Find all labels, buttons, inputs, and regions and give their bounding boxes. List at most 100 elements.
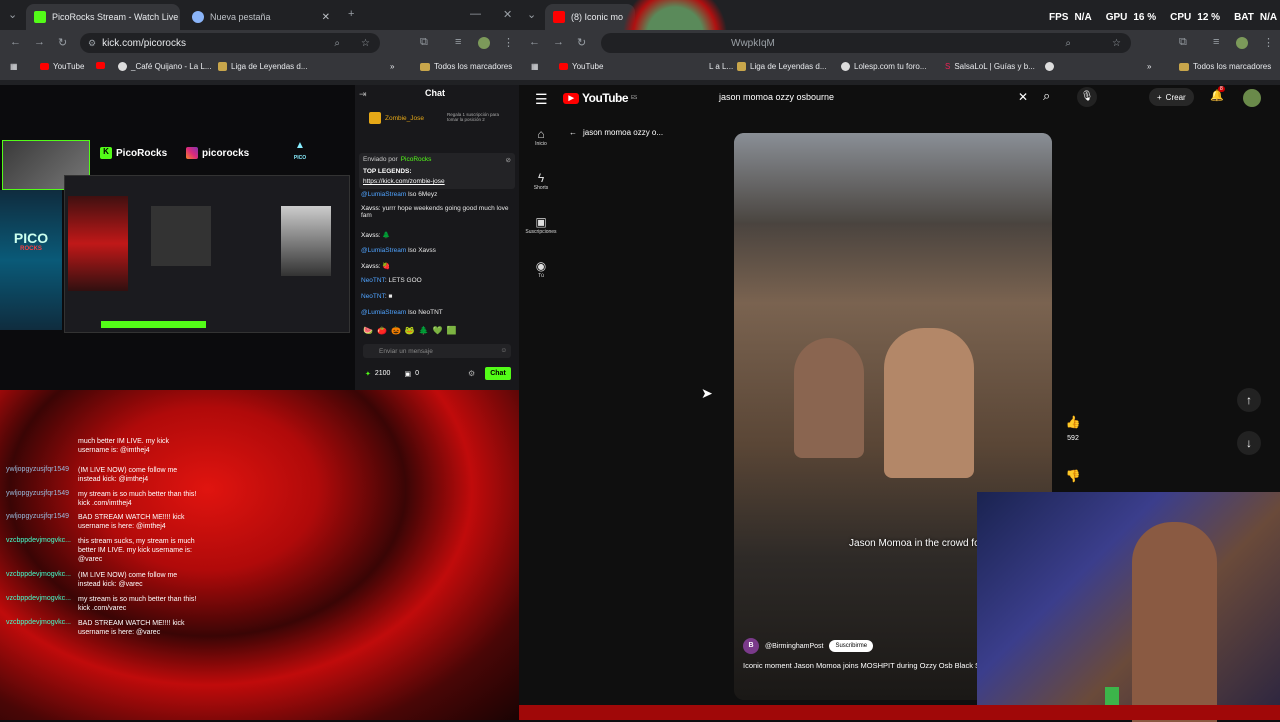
notifications-icon[interactable]: 🔔 8 (1210, 86, 1225, 102)
close-icon[interactable]: ✕ (322, 12, 330, 23)
bookmark-lolesp[interactable]: Lolesp.com tu foro... (841, 62, 926, 71)
settings-icon[interactable]: ⚙ (468, 369, 475, 378)
emote-icon[interactable]: 🍅 (377, 326, 387, 335)
bookmark-all[interactable]: Todos los marcadores (420, 62, 512, 71)
address-bar[interactable]: ⚙ kick.com/picorocks ⌕ ☆ (80, 33, 380, 53)
reload-icon[interactable]: ↻ (577, 36, 586, 49)
pinned-link[interactable]: https://kick.com/zombie-jose (363, 178, 445, 185)
previous-short-button[interactable]: ↑ (1237, 388, 1261, 412)
media-icon[interactable]: ≡ (1213, 36, 1219, 48)
star-icon[interactable]: ☆ (361, 38, 370, 49)
more-bookmarks-icon[interactable]: » (390, 62, 394, 71)
close-window-icon[interactable]: ✕ (503, 8, 512, 21)
minimize-icon[interactable]: — (470, 8, 481, 20)
back-to-search[interactable]: ← jason momoa ozzy o... (569, 128, 663, 137)
star-icon[interactable]: ☆ (1112, 38, 1121, 49)
tab-search-icon[interactable]: ⌄ (527, 8, 536, 21)
pinned-gift[interactable]: Zombie_Jose (369, 112, 424, 124)
bookmark-all[interactable]: Todos los marcadores (1179, 62, 1271, 71)
emoji-icon[interactable]: ☺ (500, 347, 507, 354)
globe-icon (118, 62, 127, 71)
forward-icon[interactable]: → (34, 36, 45, 48)
extensions-icon[interactable]: ⧉ (1179, 36, 1187, 49)
back-icon[interactable]: ← (529, 36, 540, 48)
sidebar-item-subscriptions[interactable]: ▣ Suscripciones (519, 215, 563, 235)
zoom-icon[interactable]: ⌕ (334, 38, 340, 49)
extensions-icon[interactable]: ⧉ (420, 36, 428, 49)
more-bookmarks-icon[interactable]: » (1147, 62, 1151, 71)
unpin-icon[interactable]: ⊘ (506, 156, 511, 164)
menu-icon[interactable]: ⋮ (1263, 36, 1274, 49)
emote-icon[interactable]: 🐸 (405, 326, 415, 335)
search-icon[interactable]: ⌕ (1043, 88, 1050, 104)
sidebar-item-shorts[interactable]: ϟ Shorts (519, 171, 563, 191)
sidebar-item-you[interactable]: ◉ Tú (519, 259, 563, 279)
overlay-chat-text: much better IM LIVE. my kick username is… (78, 438, 170, 455)
chat-user[interactable]: Xavss (361, 263, 379, 270)
bookmark-youtube[interactable]: YouTube (559, 62, 603, 71)
bookmark-youtube[interactable]: YouTube (40, 62, 84, 71)
chat-user[interactable]: NeoTNT (361, 277, 385, 284)
account-avatar[interactable] (1243, 89, 1261, 107)
emote-bar[interactable]: 🍉 🍅 🎃 🐸 🌲 💚 🟩 (363, 326, 457, 335)
profile-avatar[interactable] (478, 37, 490, 49)
search-input[interactable]: jason momoa ozzy osbourne ✕ (712, 85, 1034, 109)
folder-icon (218, 62, 227, 71)
points-display[interactable]: ✦ 2100 ▣ 0 (365, 370, 419, 378)
bookmark-la[interactable]: L a L... (709, 62, 733, 71)
emote-icon[interactable]: 🍉 (363, 326, 373, 335)
collapse-chat-icon[interactable]: ⇥ (359, 89, 367, 100)
profile-avatar[interactable] (1236, 37, 1248, 49)
bookmark-cafe-quijano[interactable]: _Café Quijano - La L... (118, 62, 212, 71)
bookmark-liga[interactable]: Liga de Leyendas d... (737, 62, 827, 71)
like-button[interactable]: 👍 592 (1062, 415, 1084, 442)
tab-picorocks[interactable]: PicoRocks Stream - Watch Live ✕ (26, 4, 180, 30)
chat-user[interactable]: @LumiaStream (361, 309, 406, 316)
emote-icon[interactable]: 🟩 (447, 326, 457, 335)
gift-count: 0 (415, 370, 419, 377)
new-tab-icon[interactable]: + (348, 8, 354, 20)
tab-search-icon[interactable]: ⌄ (8, 8, 17, 21)
reload-icon[interactable]: ↻ (58, 36, 67, 49)
bookmark-liga[interactable]: Liga de Leyendas d... (218, 62, 308, 71)
chat-user[interactable]: Xavss (361, 232, 379, 239)
back-icon[interactable]: ← (10, 36, 21, 48)
notification-badge: 8 (1218, 86, 1225, 92)
bookmark-extra[interactable] (1045, 62, 1054, 71)
sidebar-item-inicio[interactable]: ⌂ Inicio (519, 127, 563, 147)
chat-user[interactable]: @LumiaStream (361, 191, 406, 198)
media-icon[interactable]: ≡ (455, 36, 461, 48)
subscribe-button[interactable]: Suscribirme (829, 640, 874, 652)
chat-user[interactable]: NeoTNT (361, 293, 385, 300)
apps-icon[interactable]: ▦ (531, 62, 539, 71)
forward-icon[interactable]: → (553, 36, 564, 48)
next-short-button[interactable]: ↓ (1237, 431, 1261, 455)
youtube-icon (559, 63, 568, 70)
country-code: ES (631, 95, 637, 101)
send-chat-button[interactable]: Chat (485, 367, 511, 380)
channel-avatar[interactable]: B (743, 638, 759, 654)
bookmark-cafe[interactable] (96, 62, 105, 69)
emote-icon[interactable]: 🎃 (391, 326, 401, 335)
apps-icon[interactable]: ▦ (10, 62, 18, 71)
voice-search-icon[interactable]: 🎙 (1077, 87, 1097, 107)
chat-user[interactable]: Xavss (361, 205, 379, 212)
chat-user[interactable]: @LumiaStream (361, 247, 406, 254)
hamburger-menu-icon[interactable]: ☰ (535, 91, 548, 108)
message-input[interactable]: Enviar un mensaje ☺ (363, 344, 511, 358)
youtube-logo[interactable]: ▶ YouTube ES (563, 91, 637, 105)
clear-search-icon[interactable]: ✕ (1018, 85, 1028, 109)
menu-icon[interactable]: ⋮ (503, 36, 514, 49)
zoom-icon[interactable]: ⌕ (1065, 38, 1071, 49)
overlay-chat-message: much better IM LIVE. my kick username is… (6, 437, 206, 455)
dislike-button[interactable]: 👎 (1062, 469, 1084, 483)
address-bar[interactable]: WwpkIqM ⌕ ☆ (601, 33, 1131, 53)
tab-new[interactable]: Nueva pestaña ✕ (184, 4, 338, 30)
emote-icon[interactable]: 💚 (433, 326, 443, 335)
emote-icon[interactable]: 🌲 (419, 326, 429, 335)
bookmark-salsa[interactable]: S SalsaLoL | Guías y b... (945, 62, 1035, 71)
channel-name[interactable]: @BirminghamPost (765, 643, 823, 650)
instagram-tag: picorocks (186, 147, 249, 159)
create-button[interactable]: + Crear (1149, 88, 1194, 106)
overlay-chat-user: ywljopgyzusjfqr1549 (6, 513, 70, 520)
